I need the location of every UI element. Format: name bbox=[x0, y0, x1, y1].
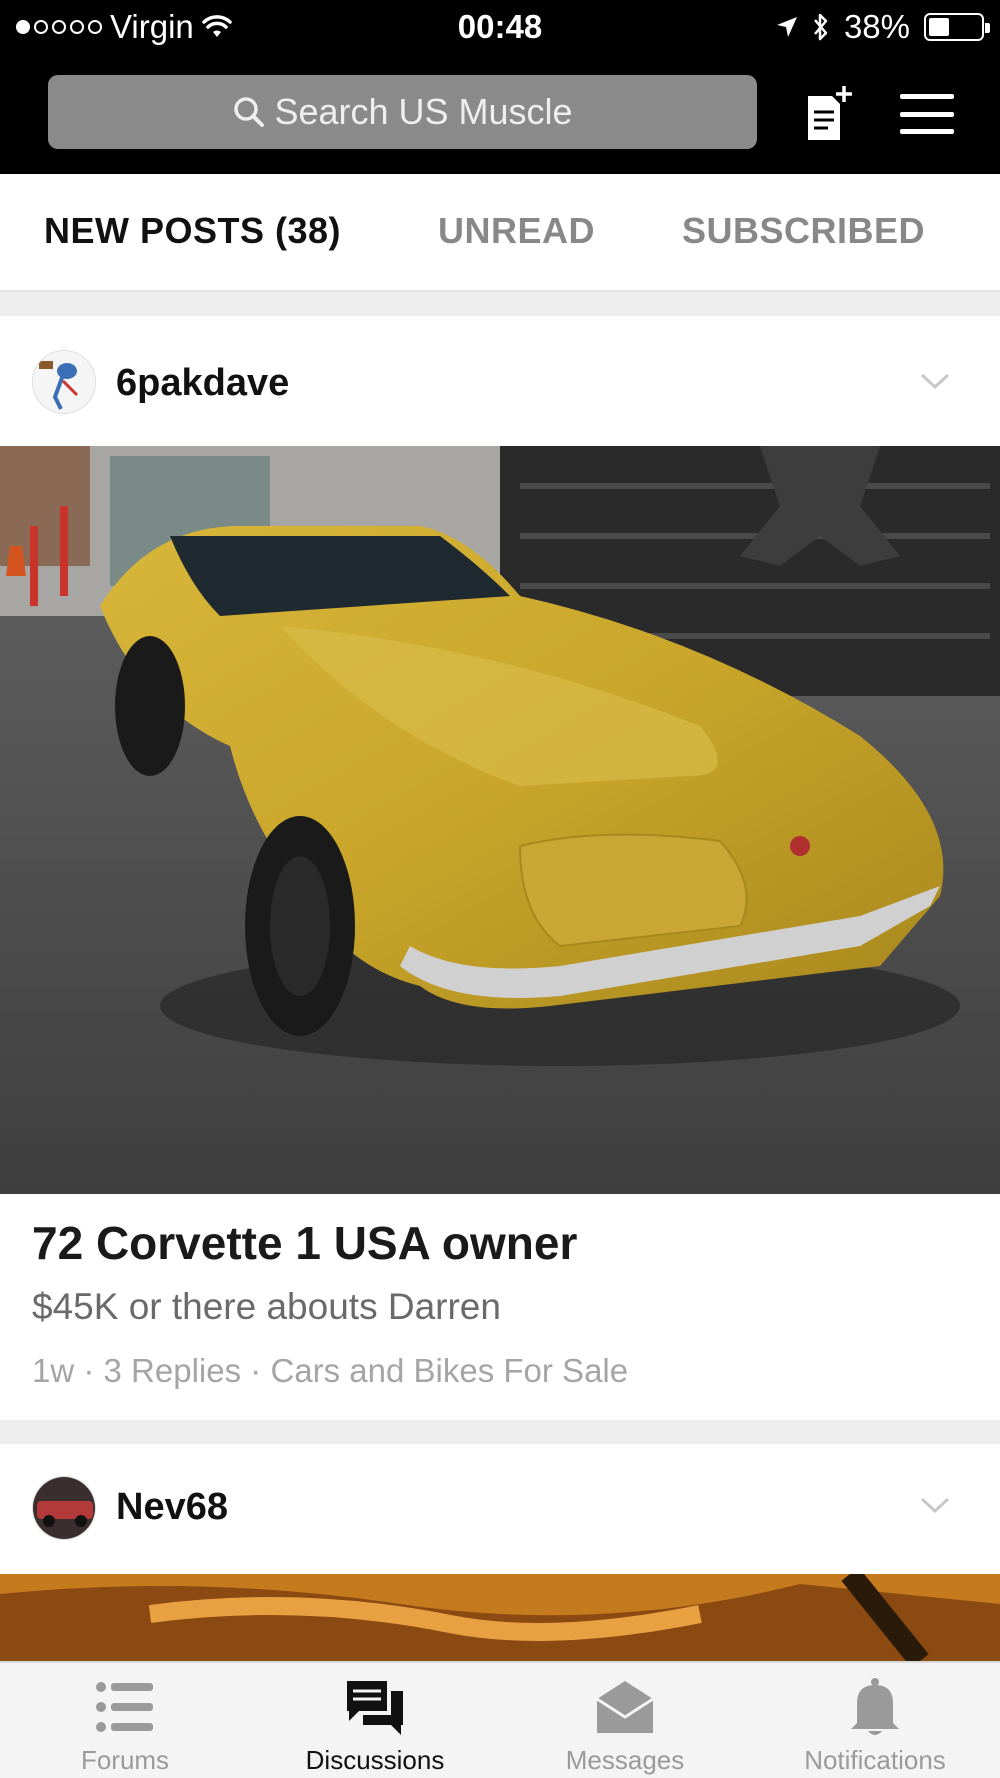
chat-bubbles-icon bbox=[347, 1681, 403, 1735]
post-meta: 1w · 3 Replies · Cars and Bikes For Sale bbox=[32, 1352, 629, 1389]
status-bar: Virgin 00:48 38% bbox=[0, 0, 1000, 56]
menu-icon-bar bbox=[900, 129, 954, 134]
app-header: Search US Muscle bbox=[0, 56, 1000, 174]
status-right: 38% bbox=[776, 8, 990, 46]
post-title[interactable]: 72 Corvette 1 USA owner bbox=[32, 1216, 577, 1270]
post-replies[interactable]: 3 Replies bbox=[104, 1352, 242, 1389]
divider bbox=[0, 1420, 1000, 1444]
nav-discussions[interactable]: Discussions bbox=[250, 1663, 500, 1778]
search-input[interactable]: Search US Muscle bbox=[48, 75, 757, 149]
nav-notifications[interactable]: Notifications bbox=[750, 1663, 1000, 1778]
nav-messages[interactable]: Messages bbox=[500, 1663, 750, 1778]
nav-label: Discussions bbox=[305, 1745, 445, 1775]
location-arrow-icon bbox=[776, 17, 797, 37]
post-image[interactable] bbox=[0, 1574, 1000, 1661]
battery-icon bbox=[924, 13, 990, 41]
post-card[interactable]: Nev68 bbox=[0, 1444, 1000, 1661]
search-icon bbox=[234, 97, 265, 127]
post-author[interactable]: 6pakdave bbox=[116, 362, 289, 405]
list-icon bbox=[96, 1682, 153, 1732]
compose-button[interactable] bbox=[800, 84, 856, 144]
tab-subscribed[interactable]: SUBSCRIBED bbox=[682, 210, 925, 252]
post-card[interactable]: 6pakdave 72 Corvette 1 USA owner $45K or… bbox=[0, 316, 1000, 1420]
bell-icon bbox=[851, 1678, 899, 1735]
bluetooth-icon bbox=[813, 13, 828, 41]
search-placeholder: Search US Muscle bbox=[274, 91, 573, 132]
tab-new-posts[interactable]: NEW POSTS (38) bbox=[44, 210, 341, 252]
nav-label: Notifications bbox=[804, 1745, 946, 1775]
battery-percent: 38% bbox=[843, 8, 910, 45]
post-author[interactable]: Nev68 bbox=[116, 1486, 228, 1529]
avatar[interactable] bbox=[32, 350, 96, 414]
menu-icon-bar bbox=[900, 111, 954, 117]
nav-forums[interactable]: Forums bbox=[0, 1663, 250, 1778]
divider bbox=[0, 292, 1000, 316]
chevron-down-icon[interactable] bbox=[918, 1488, 952, 1522]
post-forum[interactable]: Cars and Bikes For Sale bbox=[270, 1352, 628, 1389]
envelope-icon bbox=[596, 1681, 654, 1733]
chevron-down-icon[interactable] bbox=[918, 364, 952, 398]
avatar[interactable] bbox=[32, 1476, 96, 1540]
menu-button[interactable] bbox=[900, 94, 954, 134]
post-image[interactable] bbox=[0, 446, 1000, 1194]
nav-label: Messages bbox=[565, 1745, 685, 1775]
menu-icon-bar bbox=[900, 94, 954, 99]
post-age: 1w bbox=[32, 1352, 75, 1389]
compose-icon bbox=[808, 86, 852, 140]
post-body: $45K or there abouts Darren bbox=[32, 1286, 501, 1327]
tab-unread[interactable]: UNREAD bbox=[438, 210, 595, 252]
nav-label: Forums bbox=[80, 1745, 170, 1775]
discussion-tabs: NEW POSTS (38) UNREAD SUBSCRIBED bbox=[0, 174, 1000, 292]
bottom-tab-bar: Forums Discussions Messages Notification… bbox=[0, 1661, 1000, 1778]
